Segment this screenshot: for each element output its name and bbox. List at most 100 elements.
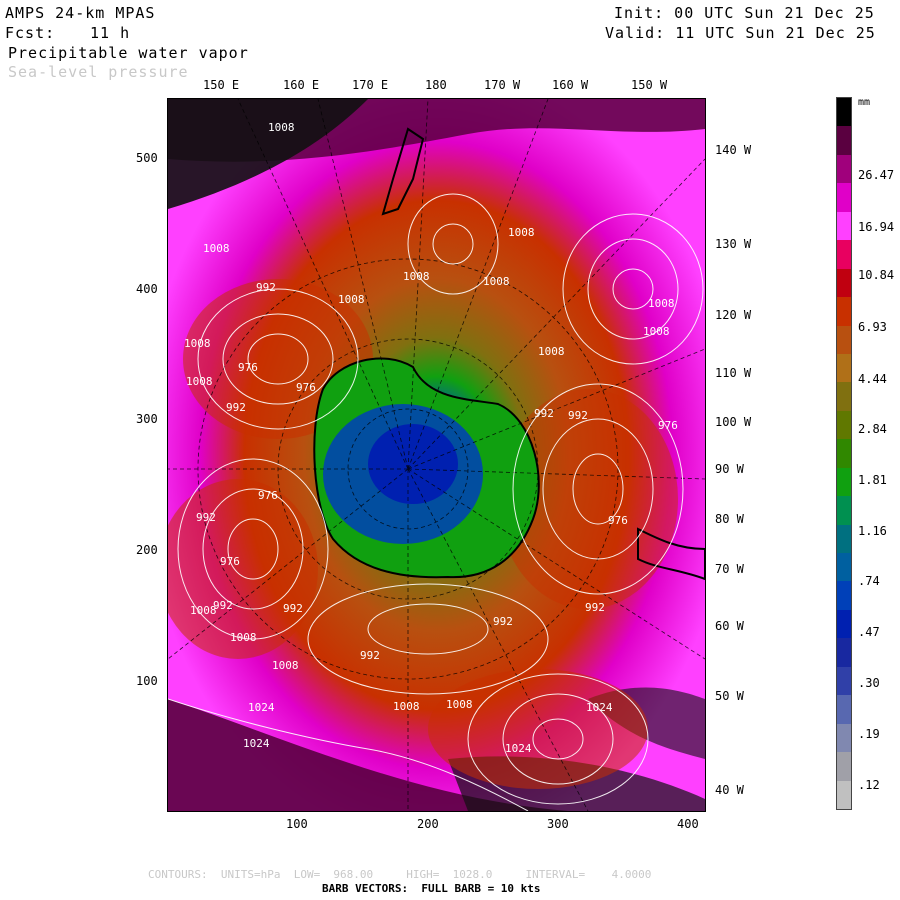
colorbar-label: 4.44 [858,372,887,386]
isobar-label: 1008 [648,297,675,310]
colorbar-segment [837,524,851,554]
colorbar-segment [837,268,851,298]
isobar-label: 976 [296,381,316,394]
colorbar-segment [837,126,851,156]
right-lon-label: 140 W [715,143,752,157]
field-title-slp: Sea-level pressure [8,63,189,81]
x-axis-label: 100 [286,817,308,831]
right-lon-label: 80 W [715,512,744,526]
isobar-label: 1024 [505,742,532,755]
field-title-pwv: Precipitable water vapor [8,44,249,62]
isobar-label: 992 [196,511,216,524]
colorbar-units: mm [858,97,871,108]
colorbar-label: .47 [858,625,880,639]
colorbar-label: 26.47 [858,168,895,182]
right-lon-label: 120 W [715,308,752,322]
colorbar-segment [837,496,851,526]
valid-time: Valid: 11 UTC Sun 21 Dec 25 [605,24,876,42]
colorbar-segment [837,98,851,127]
top-lon-label: 170 W [484,78,521,92]
colorbar-segment [837,638,851,668]
isobar-label: 1008 [338,293,365,306]
isobar-label: 976 [238,361,258,374]
colorbar-segment [837,666,851,696]
right-lon-label: 100 W [715,415,752,429]
y-axis-label: 100 [136,674,158,688]
contour-info: CONTOURS: UNITS=hPa LOW= 968.00 HIGH= 10… [148,868,652,881]
isobar-label: 992 [568,409,588,422]
y-axis-label: 400 [136,282,158,296]
isobar-label: 992 [534,407,554,420]
isobar-label: 1008 [446,698,473,711]
isobar-label: 976 [220,555,240,568]
isobar-label: 976 [258,489,278,502]
isobar-label: 1008 [403,270,430,283]
isobar-label: 992 [226,401,246,414]
colorbar-label: .74 [858,574,880,588]
colorbar-label: 10.84 [858,268,895,282]
y-axis-label: 300 [136,412,158,426]
colorbar-segment [837,723,851,753]
colorbar-label: 16.94 [858,220,895,234]
colorbar [836,97,852,810]
map-canvas: 1008 1008 992 1008 1008 1008 1008 1008 9… [168,99,705,811]
right-lon-label: 40 W [715,783,744,797]
isobar-label: 1008 [184,337,211,350]
top-lon-label: 150 W [631,78,668,92]
colorbar-segment [837,154,851,184]
colorbar-segment [837,752,851,782]
isobar-label: 1024 [586,701,613,714]
colorbar-label: 6.93 [858,320,887,334]
isobar-label: 1008 [643,325,670,338]
isobar-label: 1008 [190,604,217,617]
isobar-label: 1008 [268,121,295,134]
x-axis-label: 300 [547,817,569,831]
isobar-label: 976 [658,419,678,432]
isobar-label: 1008 [483,275,510,288]
colorbar-segment [837,183,851,213]
y-axis-label: 200 [136,543,158,557]
isobar-label: 1008 [230,631,257,644]
isobar-label: 1008 [272,659,299,672]
colorbar-segment [837,211,851,241]
colorbar-segment [837,325,851,355]
colorbar-label: .19 [858,727,880,741]
isobar-label: 992 [256,281,276,294]
x-axis-label: 200 [417,817,439,831]
top-lon-label: 160 E [283,78,320,92]
colorbar-label: 1.81 [858,473,887,487]
map-panel[interactable]: 1008 1008 992 1008 1008 1008 1008 1008 9… [167,98,706,812]
top-lon-label: 150 E [203,78,240,92]
colorbar-label: .30 [858,676,880,690]
colorbar-segment [837,695,851,725]
anticyclone-moisture-south [428,669,648,789]
model-title: AMPS 24-km MPAS [5,4,156,22]
colorbar-segment [837,240,851,270]
right-lon-label: 70 W [715,562,744,576]
top-lon-label: 180 [425,78,447,92]
isobar-label: 1008 [203,242,230,255]
isobar-label: 1008 [393,700,420,713]
colorbar-segment [837,297,851,327]
x-axis-label: 400 [677,817,699,831]
colorbar-segment [837,581,851,611]
colorbar-segment [837,353,851,383]
init-time: Init: 00 UTC Sun 21 Dec 25 [614,4,875,22]
right-lon-label: 130 W [715,237,752,251]
colorbar-segment [837,410,851,440]
y-axis-label: 500 [136,151,158,165]
isobar-label: 1024 [248,701,275,714]
right-lon-label: 110 W [715,366,752,380]
isobar-label: 1008 [508,226,535,239]
isobar-label: 1008 [538,345,565,358]
barb-info: BARB VECTORS: FULL BARB = 10 kts [322,882,541,895]
isobar-label: 992 [283,602,303,615]
right-lon-label: 60 W [715,619,744,633]
colorbar-segment [837,609,851,639]
colorbar-label: .12 [858,778,880,792]
colorbar-label: 2.84 [858,422,887,436]
colorbar-label: 1.16 [858,524,887,538]
top-lon-label: 160 W [552,78,589,92]
top-lon-label: 170 E [352,78,389,92]
isobar-label: 1008 [186,375,213,388]
